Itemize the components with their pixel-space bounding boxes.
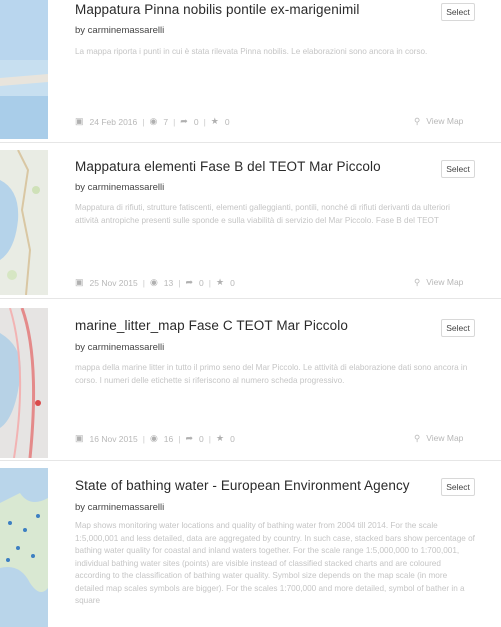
- share-count: 0: [199, 433, 204, 444]
- view-map-label: View Map: [426, 116, 464, 126]
- select-button[interactable]: Select: [441, 478, 475, 496]
- divider: |: [142, 433, 145, 444]
- map-pin-icon: ⚲: [414, 433, 421, 443]
- share-icon: ➦: [180, 116, 188, 126]
- star-icon: ★: [215, 277, 225, 287]
- calendar-icon: ▣: [75, 277, 84, 287]
- author-byline[interactable]: by carminemassarelli: [75, 502, 164, 513]
- view-count: 16: [163, 433, 174, 444]
- view-map-link[interactable]: ⚲ View Map: [414, 277, 463, 288]
- map-stats: ▣ 24 Feb 2016 | ◉ 7 | ➦ 0 | ★ 0: [75, 116, 230, 127]
- divider: [0, 142, 501, 143]
- star-icon: ★: [210, 116, 219, 126]
- map-card: Mappatura Pinna nobilis pontile ex-marig…: [0, 0, 501, 139]
- eye-icon: ◉: [149, 116, 158, 126]
- select-button[interactable]: Select: [441, 160, 475, 178]
- map-title[interactable]: State of bathing water - European Enviro…: [75, 478, 410, 493]
- map-date: 25 Nov 2015: [89, 277, 138, 288]
- map-title[interactable]: Mappatura elementi Fase B del TEOT Mar P…: [75, 159, 381, 174]
- view-map-label: View Map: [426, 433, 464, 443]
- eye-icon: ◉: [149, 433, 158, 443]
- view-count: 7: [163, 116, 169, 127]
- map-pin-icon: ⚲: [414, 277, 421, 287]
- eye-icon: ◉: [149, 277, 158, 287]
- select-button[interactable]: Select: [441, 3, 475, 21]
- author-byline[interactable]: by carminemassarelli: [75, 342, 164, 353]
- star-count: 0: [230, 277, 235, 288]
- divider: |: [142, 116, 145, 127]
- map-description: Map shows monitoring water locations and…: [75, 521, 475, 605]
- map-description: La mappa riporta i punti in cui è stata …: [75, 47, 428, 56]
- author-byline[interactable]: by carminemassarelli: [75, 182, 164, 193]
- map-thumbnail[interactable]: [0, 308, 48, 458]
- map-stats: ▣ 16 Nov 2015 | ◉ 16 | ➦ 0 | ★ 0: [75, 433, 235, 444]
- star-count: 0: [230, 433, 235, 444]
- share-count: 0: [199, 277, 204, 288]
- map-thumbnail[interactable]: [0, 150, 48, 295]
- map-stats: ▣ 25 Nov 2015 | ◉ 13 | ➦ 0 | ★ 0: [75, 277, 235, 288]
- map-thumbnail[interactable]: [0, 468, 48, 627]
- divider: |: [208, 277, 211, 288]
- divider: |: [178, 277, 181, 288]
- divider: |: [173, 116, 176, 127]
- share-icon: ➦: [185, 433, 194, 443]
- author-byline[interactable]: by carminemassarelli: [75, 25, 164, 36]
- share-icon: ➦: [185, 277, 194, 287]
- star-icon: ★: [215, 433, 225, 443]
- map-title[interactable]: Mappatura Pinna nobilis pontile ex-marig…: [75, 2, 360, 17]
- share-count: 0: [193, 116, 199, 127]
- divider: |: [203, 116, 206, 127]
- divider: |: [208, 433, 211, 444]
- map-title[interactable]: marine_litter_map Fase C TEOT Mar Piccol…: [75, 318, 348, 333]
- view-map-link[interactable]: ⚲ View Map: [414, 433, 463, 444]
- view-map-label: View Map: [426, 277, 464, 287]
- map-date: 16 Nov 2015: [89, 433, 138, 444]
- map-pin-icon: ⚲: [414, 116, 421, 126]
- map-date: 24 Feb 2016: [89, 116, 138, 127]
- map-description: Mappatura di rifiuti, strutture fatiscen…: [75, 203, 450, 225]
- divider: |: [178, 433, 181, 444]
- calendar-icon: ▣: [75, 433, 84, 443]
- map-description: mappa della marine litter in tutto il pr…: [75, 363, 468, 385]
- divider: [0, 298, 501, 299]
- map-card: Mappatura elementi Fase B del TEOT Mar P…: [0, 150, 501, 295]
- divider: [0, 460, 501, 461]
- map-card: State of bathing water - European Enviro…: [0, 468, 501, 627]
- map-card: marine_litter_map Fase C TEOT Mar Piccol…: [0, 308, 501, 458]
- divider: |: [142, 277, 145, 288]
- view-count: 13: [163, 277, 174, 288]
- select-button[interactable]: Select: [441, 319, 475, 337]
- star-count: 0: [224, 116, 230, 127]
- view-map-link[interactable]: ⚲ View Map: [414, 116, 463, 127]
- calendar-icon: ▣: [75, 116, 84, 126]
- map-thumbnail[interactable]: [0, 0, 48, 139]
